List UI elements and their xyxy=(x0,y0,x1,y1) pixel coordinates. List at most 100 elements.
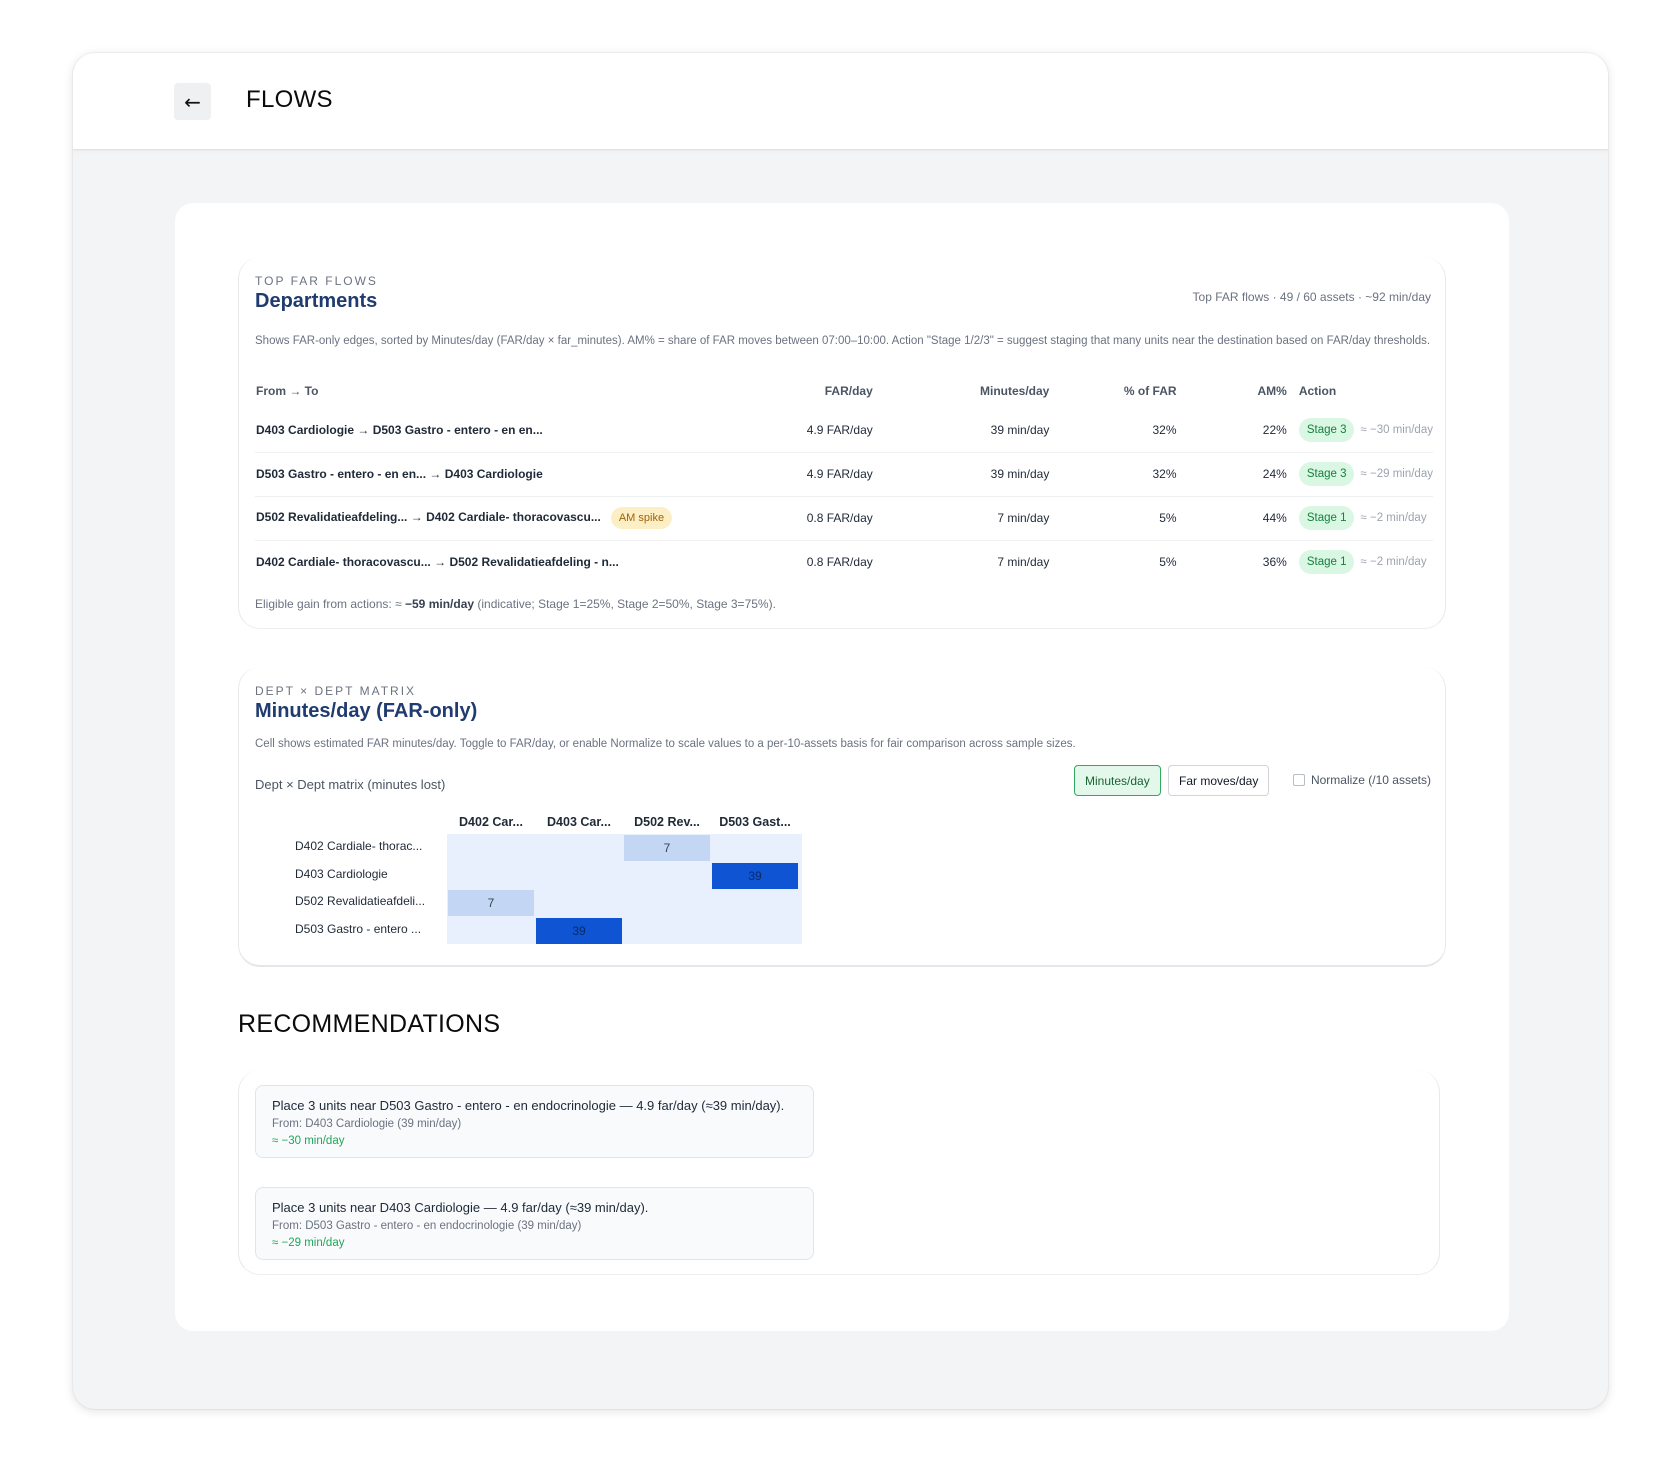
flow-from: D503 Gastro - entero - en en... xyxy=(256,467,427,481)
eligible-gain: Eligible gain from actions: ≈ −59 min/da… xyxy=(255,597,776,611)
arrow-right-icon: → xyxy=(434,555,447,570)
flow-from: D402 Cardiale- thoracovascu... xyxy=(256,555,431,570)
action-cell: Stage 3 ≈ −30 min/day xyxy=(1298,408,1433,453)
top-bar: ← FLOWS xyxy=(73,53,1608,150)
minutes-day-cell: 7 min/day xyxy=(884,496,1062,541)
table-row[interactable]: D502 Revalidatieafdeling... → D402 Cardi… xyxy=(255,496,1433,541)
normalize-checkbox[interactable] xyxy=(1292,774,1305,786)
normalize-option[interactable]: Normalize (/10 assets) xyxy=(1292,773,1431,787)
pct-far-cell: 5% xyxy=(1061,496,1189,541)
recommendation-card[interactable]: Place 3 units near D503 Gastro - entero … xyxy=(255,1085,814,1158)
matrix-cell[interactable]: 7 xyxy=(624,835,710,861)
matrix-row-header: D502 Revalidatieafdeli... xyxy=(295,894,426,908)
back-arrow-icon[interactable]: ← xyxy=(174,83,211,120)
section-heading: Minutes/day (FAR-only) xyxy=(255,700,478,722)
section-heading: Departments xyxy=(255,290,378,312)
recommendation-gain: ≈ −29 min/day xyxy=(272,1237,345,1249)
col-header-far-day[interactable]: FAR/day xyxy=(752,374,884,408)
table-row[interactable]: D503 Gastro - entero - en en... → D403 C… xyxy=(255,452,1433,497)
far-day-cell: 0.8 FAR/day xyxy=(806,555,873,570)
flow-from: D403 Cardiologie xyxy=(256,422,355,437)
flow-from-to: D502 Revalidatieafdeling... → D402 Cardi… xyxy=(255,496,753,541)
recommendation-text: Place 3 units near D403 Cardiologie — 4.… xyxy=(272,1200,649,1215)
top-far-flows-section: TOP FAR FLOWS Departments Top FAR flows … xyxy=(238,257,1446,629)
am-pct-cell: 22% xyxy=(1188,408,1299,453)
col-header-action[interactable]: Action xyxy=(1299,374,1433,408)
table-row[interactable]: D403 Cardiologie → D503 Gastro - entero … xyxy=(255,408,1433,453)
action-cell: Stage 3 ≈ −29 min/day xyxy=(1298,452,1433,497)
far-day-cell: 4.9 FAR/day xyxy=(752,408,885,453)
matrix-col-header: D403 Car... xyxy=(547,815,611,829)
stage-badge[interactable]: Stage 1 xyxy=(1298,506,1355,530)
pct-far-cell: 32% xyxy=(1061,408,1189,453)
recommendation-gain: ≈ −30 min/day xyxy=(272,1135,345,1147)
flow-to: D403 Cardiologie xyxy=(444,467,543,481)
am-pct-cell: 36% xyxy=(1262,555,1287,570)
arrow-right-icon: → xyxy=(410,510,423,524)
flow-from: D502 Revalidatieafdeling... xyxy=(256,510,408,524)
far-day-cell: 0.8 FAR/day xyxy=(752,496,885,541)
recommendations-section: Place 3 units near D503 Gastro - entero … xyxy=(238,1070,1440,1275)
stage-gain: ≈ −30 min/day xyxy=(1360,423,1433,436)
flows-summary: Top FAR flows · 49 / 60 assets · ~92 min… xyxy=(1192,290,1431,304)
matrix-row-header: D403 Cardiologie xyxy=(295,866,388,881)
dept-matrix-section: DEPT × DEPT MATRIX Minutes/day (FAR-only… xyxy=(238,667,1446,967)
am-pct-cell: 44% xyxy=(1188,496,1299,541)
stage-badge[interactable]: Stage 3 xyxy=(1298,462,1355,486)
stage-gain: ≈ −2 min/day xyxy=(1360,556,1427,569)
action-cell: Stage 1 ≈ −2 min/day xyxy=(1298,496,1433,541)
section-description: Shows FAR-only edges, sorted by Minutes/… xyxy=(255,335,1431,347)
stage-badge[interactable]: Stage 3 xyxy=(1298,417,1355,442)
recommendation-card[interactable]: Place 3 units near D403 Cardiologie — 4.… xyxy=(255,1187,814,1260)
matrix-cell[interactable]: 39 xyxy=(536,917,622,944)
pct-far-cell: 5% xyxy=(1159,555,1177,570)
matrix-cell[interactable]: 39 xyxy=(712,862,798,889)
flow-from-to: D503 Gastro - entero - en en... → D403 C… xyxy=(255,452,753,497)
section-description: Cell shows estimated FAR minutes/day. To… xyxy=(255,738,1076,750)
stage-gain: ≈ −2 min/day xyxy=(1360,512,1427,524)
col-header-minutes-day[interactable]: Minutes/day xyxy=(885,374,1062,408)
recommendation-text: Place 3 units near D503 Gastro - entero … xyxy=(272,1098,785,1113)
matrix-cell[interactable]: 7 xyxy=(448,890,534,916)
section-eyebrow: TOP FAR FLOWS xyxy=(255,274,378,288)
flow-to: D503 Gastro - entero - en en... xyxy=(372,422,543,437)
matrix-row-header: D402 Cardiale- thorac... xyxy=(295,839,423,853)
col-header-pct-far[interactable]: % of FAR xyxy=(1061,374,1188,408)
minutes-day-cell: 7 min/day xyxy=(997,555,1050,570)
far-moves-day-toggle[interactable]: Far moves/day xyxy=(1168,765,1270,796)
matrix-row-header: D503 Gastro - entero ... xyxy=(295,921,422,936)
eligible-gain-suffix: (indicative; Stage 1=25%, Stage 2=50%, S… xyxy=(474,597,776,611)
flow-to: D402 Cardiale- thoracovascu... xyxy=(426,510,601,524)
am-spike-badge: AM spike xyxy=(610,507,673,529)
recommendation-source: From: D503 Gastro - entero - en endocrin… xyxy=(272,1220,582,1232)
recommendations-title: RECOMMENDATIONS xyxy=(238,1010,501,1038)
stage-badge[interactable]: Stage 1 xyxy=(1298,550,1355,575)
table-row[interactable]: D402 Cardiale- thoracovascu... → D502 Re… xyxy=(255,540,1433,584)
recommendation-source: From: D403 Cardiologie (39 min/day) xyxy=(272,1118,462,1130)
flow-from-to: D403 Cardiologie → D503 Gastro - entero … xyxy=(255,408,753,453)
matrix-label: Dept × Dept matrix (minutes lost) xyxy=(255,777,446,792)
col-header-am-pct[interactable]: AM% xyxy=(1189,374,1299,408)
section-eyebrow: DEPT × DEPT MATRIX xyxy=(255,684,417,698)
page-title: FLOWS xyxy=(246,86,333,113)
eligible-gain-value: −59 min/day xyxy=(405,597,475,611)
minutes-day-cell: 39 min/day xyxy=(884,408,1062,453)
minutes-day-cell: 39 min/day xyxy=(884,452,1062,497)
pct-far-cell: 32% xyxy=(1061,452,1189,497)
flow-from-to: D402 Cardiale- thoracovascu... → D502 Re… xyxy=(255,540,752,584)
matrix-col-header: D402 Car... xyxy=(459,815,523,829)
minutes-day-toggle[interactable]: Minutes/day xyxy=(1074,765,1161,796)
arrow-right-icon: → xyxy=(429,467,442,481)
action-cell: Stage 1 ≈ −2 min/day xyxy=(1298,540,1433,584)
table-header-row: From → To FAR/day Minutes/day % of FAR A… xyxy=(255,374,1433,408)
normalize-label: Normalize (/10 assets) xyxy=(1310,773,1431,787)
matrix-col-header: D503 Gast... xyxy=(719,815,791,829)
eligible-gain-prefix: Eligible gain from actions: ≈ xyxy=(255,597,405,611)
matrix-grid: 7 39 7 39 xyxy=(447,834,802,944)
stage-gain: ≈ −29 min/day xyxy=(1360,468,1433,480)
col-header-from-to[interactable]: From → To xyxy=(255,374,752,408)
flow-to: D502 Revalidatieafdeling - n... xyxy=(449,555,619,570)
arrow-right-icon: → xyxy=(357,422,370,437)
am-pct-cell: 24% xyxy=(1188,452,1299,497)
flows-table: From → To FAR/day Minutes/day % of FAR A… xyxy=(255,374,1433,584)
